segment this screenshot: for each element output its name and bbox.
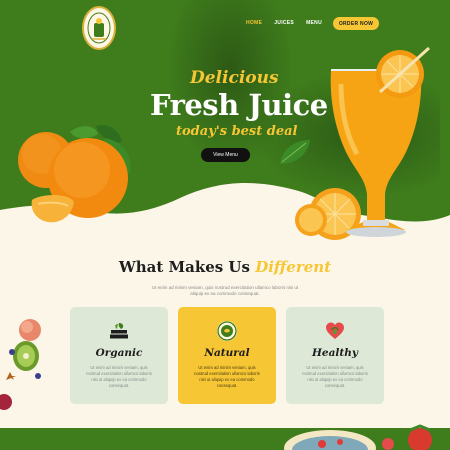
feature-card-title: Healthy — [312, 347, 358, 359]
order-now-button[interactable]: ORDER NOW — [333, 17, 379, 30]
view-menu-button[interactable]: View Menu — [201, 148, 250, 162]
features-title-main: What Makes Us — [118, 258, 250, 276]
oranges-image — [18, 124, 131, 223]
natural-badge-icon — [217, 321, 237, 341]
feature-cards: Organic Ut enim ad minim veniam, quis no… — [70, 307, 384, 404]
features-description: Ut enim ad minim veniam, quis nostrud ex… — [151, 285, 299, 296]
features-title-highlight: Different — [255, 258, 332, 276]
feature-card-title: Organic — [95, 347, 143, 359]
feature-card-natural[interactable]: Natural Ut enim ad minim veniam, quis no… — [178, 307, 276, 404]
feature-card-organic[interactable]: Organic Ut enim ad minim veniam, quis no… — [70, 307, 168, 404]
hero-subtitle: today's best deal — [176, 124, 298, 139]
feature-card-text: Ut enim ad minim veniam, quis nostrud ex… — [86, 365, 152, 388]
feature-card-healthy[interactable]: Healthy Ut enim ad minim veniam, quis no… — [286, 307, 384, 404]
fruit-decoration-left — [0, 319, 41, 410]
heart-icon — [325, 321, 345, 341]
bottom-fruit-bowl — [284, 424, 432, 450]
nav-juices[interactable]: JUICES — [274, 20, 294, 26]
main-nav: HOME JUICES MENU — [246, 20, 322, 26]
juice-glass-image — [295, 46, 431, 240]
hero-section: HOME JUICES MENU ORDER NOW Delicious Fre… — [0, 0, 450, 240]
feature-card-text: Ut enim ad minim veniam, quis nostrud ex… — [194, 365, 260, 388]
features-title: What Makes Us Different — [0, 258, 450, 276]
nav-home[interactable]: HOME — [246, 20, 262, 26]
feature-card-text: Ut enim ad minim veniam, quis nostrud ex… — [302, 365, 368, 388]
nav-menu[interactable]: MENU — [306, 20, 322, 26]
feature-card-title: Natural — [204, 347, 250, 359]
brand-logo[interactable] — [82, 6, 116, 50]
hero-pre-title: Delicious — [190, 68, 279, 88]
organic-badge-icon — [109, 321, 129, 341]
